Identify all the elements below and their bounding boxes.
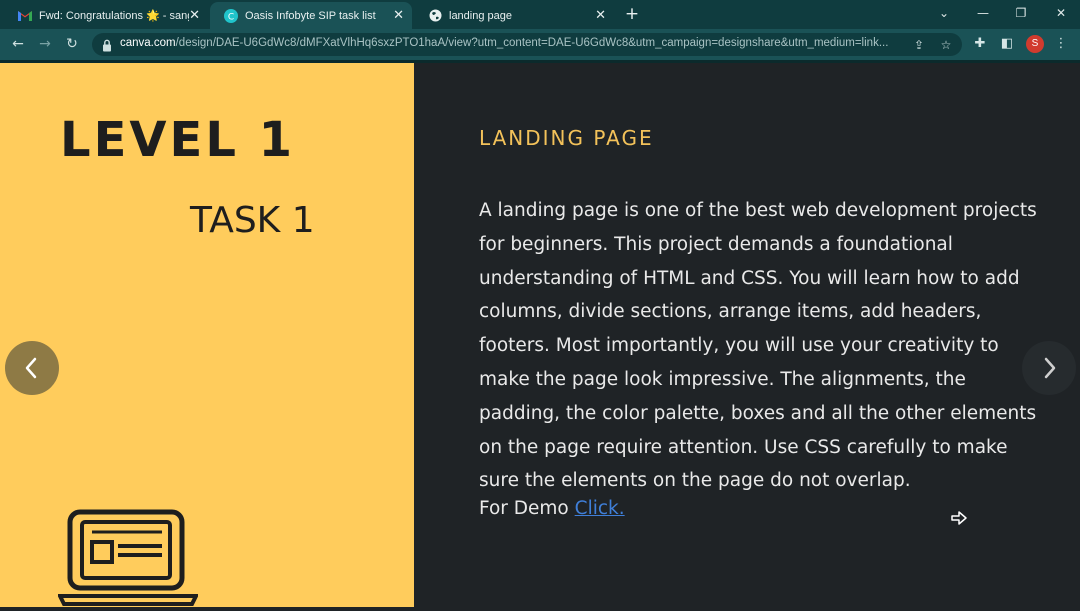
task-title: TASK 1 [190, 200, 315, 241]
description-text: A landing page is one of the best web de… [479, 194, 1039, 498]
gmail-icon [18, 9, 32, 23]
demo-label: For Demo [479, 498, 569, 519]
section-heading: LANDING PAGE [479, 126, 654, 150]
canva-icon: C [224, 8, 238, 23]
menu-icon[interactable]: ⋮ [1051, 34, 1071, 54]
url-path: /design/DAE-U6GdWc8/dMFXatVlhHq6sxzPTO1h… [175, 37, 889, 49]
pointer-cursor-icon [950, 509, 968, 527]
bookmark-star-icon[interactable]: ☆ [937, 36, 955, 54]
forward-icon[interactable]: → [34, 33, 56, 55]
tab-search-icon[interactable]: ⌄ [925, 0, 963, 29]
browser-toolbar: ← → ↻ canva.com/design/DAE-U6GdWc8/dMFXa… [0, 29, 1080, 60]
tab-landing-page[interactable]: landing page ✕ [414, 2, 614, 29]
url-text: canva.com/design/DAE-U6GdWc8/dMFXatVlhHq… [120, 37, 900, 49]
close-tab-icon[interactable]: ✕ [189, 7, 200, 23]
share-icon[interactable]: ⇪ [910, 36, 928, 54]
laptop-icon [56, 508, 200, 607]
globe-icon [428, 9, 442, 23]
level-title: LEVEL 1 [60, 112, 296, 168]
tab-gmail[interactable]: Fwd: Congratulations 🌟 - sangi ✕ [4, 2, 208, 29]
extensions-icon[interactable]: ✚ [970, 34, 990, 54]
close-tab-icon[interactable]: ✕ [595, 7, 606, 23]
chevron-left-icon [25, 357, 37, 379]
demo-link[interactable]: Click. [575, 498, 625, 519]
demo-line: For Demo Click. [479, 498, 625, 519]
next-slide-button[interactable] [1022, 341, 1076, 395]
url-host: canva.com [120, 37, 176, 49]
svg-text:C: C [228, 12, 234, 22]
tab-title: landing page [449, 9, 513, 22]
close-window-icon[interactable]: ✕ [1042, 0, 1080, 29]
tab-canva[interactable]: C Oasis Infobyte SIP task list ✕ [210, 2, 412, 29]
minimize-icon[interactable]: — [964, 0, 1002, 29]
side-panel-icon[interactable]: ◧ [997, 34, 1017, 54]
back-icon[interactable]: ← [7, 33, 29, 55]
tab-title: Fwd: Congratulations 🌟 - sangi [39, 10, 189, 22]
new-tab-button[interactable]: + [622, 3, 642, 25]
profile-avatar[interactable]: S [1026, 35, 1044, 53]
description-paragraph: A landing page is one of the best web de… [479, 200, 1037, 492]
restore-icon[interactable]: ❐ [1002, 0, 1040, 29]
address-bar[interactable]: canva.com/design/DAE-U6GdWc8/dMFXatVlhHq… [92, 33, 962, 56]
close-tab-icon[interactable]: ✕ [393, 7, 404, 23]
previous-slide-button[interactable] [5, 341, 59, 395]
chevron-right-icon [1044, 357, 1056, 379]
browser-tab-bar: Fwd: Congratulations 🌟 - sangi ✕ C Oasis… [0, 0, 1080, 29]
lock-icon [102, 37, 116, 52]
tab-title: Oasis Infobyte SIP task list [245, 9, 376, 22]
reload-icon[interactable]: ↻ [61, 33, 83, 55]
